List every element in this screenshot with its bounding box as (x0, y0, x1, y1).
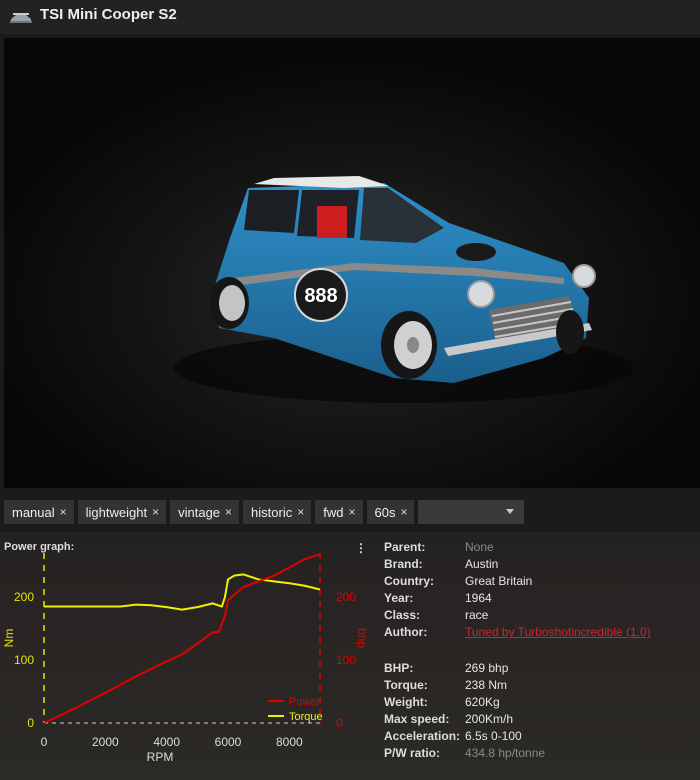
tag-label: vintage (178, 504, 221, 520)
x-tick-label: 0 (41, 735, 48, 749)
tag-label: fwd (323, 504, 344, 520)
close-icon[interactable]: × (348, 505, 355, 519)
y-left-axis-label: Nm (2, 629, 16, 648)
tag-label: lightweight (85, 504, 148, 520)
app-logo-icon (10, 13, 32, 23)
spec-value: 6.5s 0-100 (465, 729, 522, 743)
close-icon[interactable]: × (225, 505, 232, 519)
car-number-label: 888 (304, 285, 337, 307)
tag-manual[interactable]: manual × (4, 500, 74, 524)
close-icon[interactable]: × (297, 505, 304, 519)
y-right-tick-label: 200 (336, 590, 356, 604)
tag-lightweight[interactable]: lightweight × (77, 500, 167, 524)
tag-add-dropdown[interactable] (418, 500, 525, 524)
legend-label-torque: Torque (289, 711, 323, 723)
spec-label: Weight: (384, 695, 428, 709)
x-tick-label: 8000 (276, 735, 303, 749)
spec-value: 200Km/h (465, 712, 514, 726)
spec-label: Author: (384, 625, 428, 639)
tag-label: historic (251, 504, 293, 520)
legend-label-power: Power (289, 696, 321, 708)
spec-label: BHP: (384, 661, 414, 675)
author-link[interactable]: Tuned by Turboshotincredible (1.0) (465, 625, 651, 639)
spec-value: 1964 (465, 591, 492, 605)
series-line-power (43, 553, 321, 724)
spec-label: Acceleration: (384, 729, 461, 743)
title-bar: TSI Mini Cooper S2 (0, 0, 700, 34)
y-left-tick-label: 100 (14, 653, 34, 667)
spec-label: P/W ratio: (384, 746, 440, 760)
tags-bar: manual × lightweight × vintage × historic × … (4, 500, 525, 524)
tag-fwd[interactable]: fwd × (315, 500, 363, 524)
x-tick-label: 6000 (215, 735, 242, 749)
spec-value: None (465, 540, 494, 554)
spec-value: 238 Nm (465, 678, 508, 692)
spec-value: 434.8 hp/tonne (465, 746, 546, 760)
spec-value: Austin (465, 557, 499, 571)
spec-label: Country: (384, 574, 434, 588)
spec-value: 269 bhp (465, 661, 509, 675)
spec-value: 620Kg (465, 695, 500, 709)
spec-label: Max speed: (384, 712, 450, 726)
spec-label: Torque: (384, 678, 428, 692)
close-icon[interactable]: × (60, 505, 67, 519)
y-left-tick-label: 200 (14, 590, 34, 604)
tag-vintage[interactable]: vintage × (170, 500, 240, 524)
car-preview[interactable]: 888 (4, 38, 700, 488)
car-preview-image: 888 (4, 38, 700, 488)
power-graph-chart: 0 2000 4000 6000 800001002000100200RPMNm bhpP… (2, 553, 369, 764)
tag-label: manual (12, 504, 55, 520)
y-right-tick-label: 100 (336, 653, 356, 667)
chevron-down-icon (506, 509, 515, 514)
y-right-axis-label: bhp (355, 628, 369, 648)
tag-label: 60s (374, 504, 396, 520)
tag-60s[interactable]: 60s × (366, 500, 415, 524)
close-icon[interactable]: × (400, 505, 407, 519)
spec-label: Class: (384, 608, 421, 622)
series-line-torque (44, 573, 321, 611)
y-right-tick-label: 0 (336, 716, 343, 730)
x-tick-label: 2000 (92, 735, 119, 749)
spec-value: race (465, 608, 489, 622)
tag-historic[interactable]: historic × (243, 500, 312, 524)
close-icon[interactable]: × (152, 505, 159, 519)
spec-label: Year: (384, 591, 414, 605)
spec-label: Brand: (384, 557, 423, 571)
y-left-tick-label: 0 (27, 716, 34, 730)
spec-value: Great Britain (465, 574, 533, 588)
x-tick-label: 4000 (153, 735, 180, 749)
x-axis-label: RPM (147, 750, 174, 764)
spec-label: Parent: (384, 540, 426, 554)
window-title: TSI Mini Cooper S2 (40, 6, 177, 23)
